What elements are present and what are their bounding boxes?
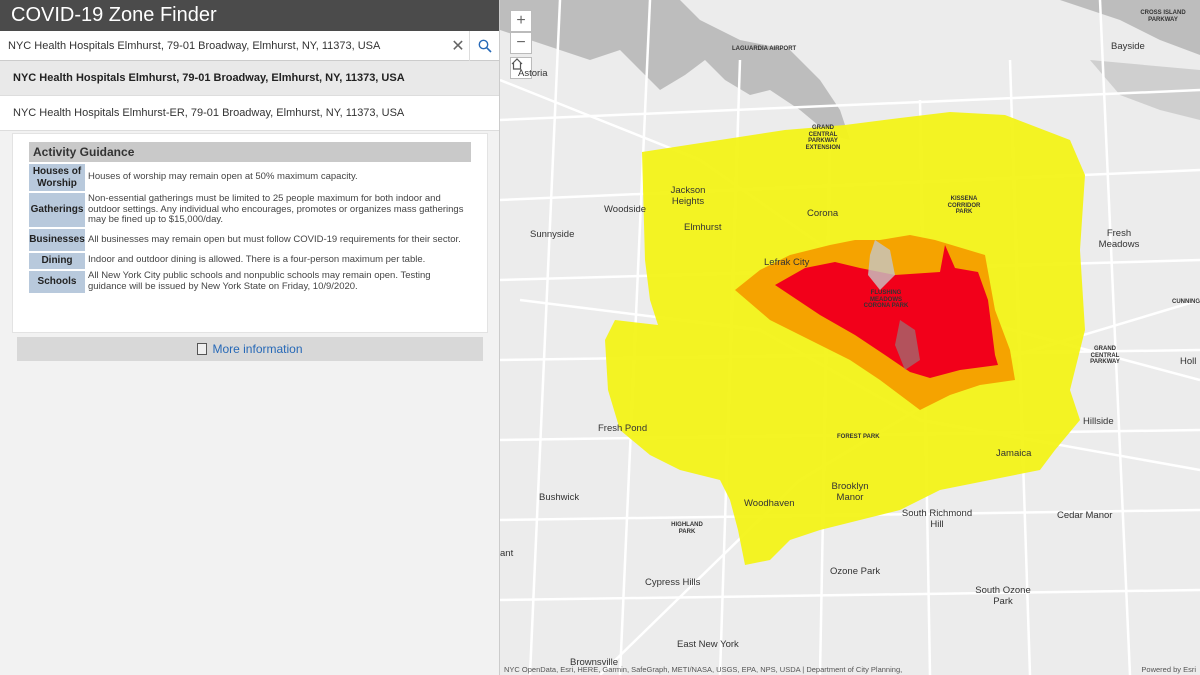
plus-icon: + (516, 12, 526, 29)
map-label: South Ozone Park (975, 585, 1031, 607)
map-label: FLUSHING MEADOWS CORONA PARK (863, 290, 909, 310)
document-icon (197, 343, 208, 355)
minus-icon: − (516, 34, 526, 51)
guidance-row-text: All businesses may remain open but must … (88, 233, 461, 245)
map-label: Jamaica (996, 448, 1032, 459)
map-label: CROSS ISLAND PARKWAY (1140, 10, 1186, 23)
guidance-row: Houses of Worship Houses of worship may … (29, 164, 471, 191)
guidance-row-label: Houses of Worship (29, 164, 85, 191)
map-label: South Richmond Hill (901, 508, 973, 530)
map-label: Jackson Heights (670, 185, 706, 207)
search-suggestion[interactable]: NYC Health Hospitals Elmhurst, 79-01 Bro… (0, 61, 499, 96)
side-panel: COVID-19 Zone Finder ✕ NYC Health Hospit… (0, 0, 500, 675)
suggestion-label: NYC Health Hospitals Elmhurst, 79-01 Bro… (13, 72, 405, 84)
more-information-button[interactable]: More information (17, 337, 483, 361)
guidance-row-text: Houses of worship may remain open at 50%… (88, 171, 358, 183)
map-label: Ozone Park (830, 566, 881, 577)
guidance-title: Activity Guidance (29, 142, 471, 162)
guidance-row-label: Businesses (29, 229, 85, 251)
search-input[interactable] (0, 31, 447, 60)
title-bar: COVID-19 Zone Finder (0, 0, 499, 31)
map-label: Corona (807, 208, 839, 219)
map-label: KISSENA CORRIDOR PARK (947, 196, 981, 216)
guidance-row: Dining Indoor and outdoor dining is allo… (29, 253, 471, 269)
guidance-row-label: Dining (29, 253, 85, 269)
guidance-row: Schools All New York City public schools… (29, 269, 471, 293)
map-attribution: NYC OpenData, Esri, HERE, Garmin, SafeGr… (504, 665, 903, 674)
map-label: ant (500, 548, 514, 559)
guidance-card: Activity Guidance Houses of Worship Hous… (12, 133, 488, 333)
map-label: Bushwick (539, 492, 580, 503)
map-label: GRAND CENTRAL PARKWAY EXTENSION (805, 125, 841, 151)
suggestion-label: NYC Health Hospitals Elmhurst-ER, 79-01 … (13, 107, 405, 119)
app: COVID-19 Zone Finder ✕ NYC Health Hospit… (0, 0, 1200, 675)
map-label: Astoria (518, 68, 548, 79)
powered-by[interactable]: Powered by Esri (1141, 665, 1196, 674)
guidance-row-text: Non-essential gatherings must be limited… (88, 192, 464, 226)
map-label: Lefrak City (764, 257, 810, 268)
map-label: LAGUARDIA AIRPORT (732, 46, 797, 52)
guidance-row: Businesses All businesses may remain ope… (29, 229, 471, 251)
search-icon (478, 39, 492, 53)
map-label: Holl (1180, 356, 1197, 367)
map-label: HIGHLAND PARK (671, 522, 703, 535)
guidance-row-label: Gatherings (29, 193, 85, 227)
search-bar: ✕ (0, 30, 499, 61)
search-suggestion[interactable]: NYC Health Hospitals Elmhurst-ER, 79-01 … (0, 96, 499, 131)
map-view[interactable]: + − LAGUARDIA AIRPORT GRAND CENTRAL PARK… (500, 0, 1200, 675)
map-label: East New York (677, 639, 739, 650)
zoom-in-button[interactable]: + (510, 10, 532, 32)
map-label: Elmhurst (684, 222, 722, 233)
map-label: Hillside (1083, 416, 1114, 427)
map-label: FOREST PARK (837, 434, 880, 440)
search-button[interactable] (469, 30, 499, 61)
map-label: Fresh Pond (598, 423, 648, 434)
map-label: GRAND CENTRAL PARKWAY (1090, 346, 1120, 366)
map-label: Brooklyn Manor (831, 481, 869, 503)
guidance-row: Gatherings Non-essential gatherings must… (29, 193, 471, 227)
close-icon: ✕ (451, 37, 465, 55)
map-label: Sunnyside (530, 229, 575, 240)
map-label: Woodhaven (744, 498, 795, 509)
map-label: Fresh Meadows (1098, 228, 1140, 250)
map-label: Cypress Hills (645, 577, 701, 588)
more-information-label: More information (212, 342, 303, 356)
map-label: Bayside (1111, 41, 1145, 52)
map-label: Cedar Manor (1057, 510, 1113, 521)
map-label: Woodside (604, 204, 647, 215)
zoom-out-button[interactable]: − (510, 32, 532, 54)
map-label: CUNNING (1172, 299, 1200, 305)
guidance-row-label: Schools (29, 270, 85, 293)
app-title: COVID-19 Zone Finder (11, 4, 217, 26)
guidance-row-text: Indoor and outdoor dining is allowed. Th… (88, 254, 426, 266)
guidance-row-text: All New York City public schools and non… (88, 269, 431, 292)
clear-search-button[interactable]: ✕ (447, 31, 469, 61)
